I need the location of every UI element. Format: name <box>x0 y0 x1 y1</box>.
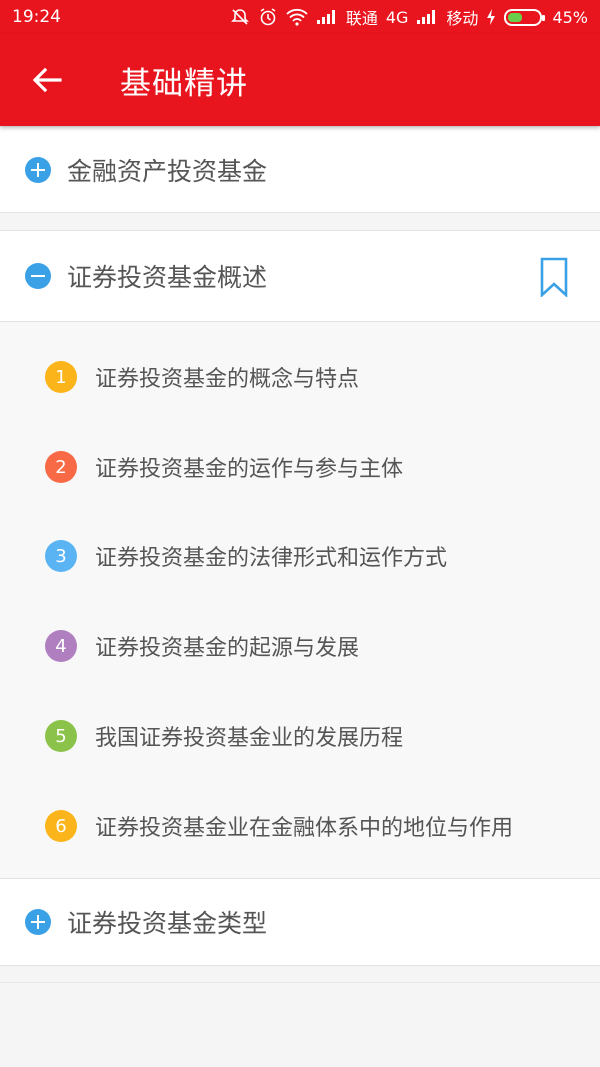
subsection-list: 1 证券投资基金的概念与特点 2 证券投资基金的运作与参与主体 3 证券投资基金… <box>0 322 600 878</box>
list-item[interactable]: 3 证券投资基金的法律形式和运作方式 <box>0 511 600 601</box>
list-item-label: 证券投资基金的起源与发展 <box>95 636 360 661</box>
collapse-minus-icon <box>25 263 51 289</box>
status-time: 19:24 <box>12 7 61 27</box>
wifi-icon <box>286 8 308 26</box>
section-fund-types[interactable]: 证券投资基金类型 <box>0 878 600 966</box>
list-item-label: 证券投资基金业在金融体系中的地位与作用 <box>95 816 514 841</box>
expand-plus-icon <box>25 156 51 183</box>
signal-icon <box>316 9 338 25</box>
back-button[interactable] <box>0 34 94 126</box>
list-item[interactable]: 4 证券投资基金的起源与发展 <box>0 601 600 691</box>
arrow-left-icon <box>32 67 62 93</box>
list-item[interactable]: 2 证券投资基金的运作与参与主体 <box>0 422 600 512</box>
section-label: 证券投资基金类型 <box>67 909 268 938</box>
status-bar: 19:24 联通 4G 移动 45% <box>0 0 600 34</box>
list-item[interactable]: 6 证券投资基金业在金融体系中的地位与作用 <box>0 781 600 871</box>
carrier-unicom: 联通 <box>345 9 378 28</box>
app-bar: 基础精讲 <box>0 34 600 126</box>
alarm-icon <box>258 7 278 27</box>
page-title: 基础精讲 <box>120 65 248 102</box>
status-icons: 联通 4G 移动 45% <box>230 5 588 29</box>
number-badge: 1 <box>45 361 77 393</box>
section-label: 金融资产投资基金 <box>67 156 268 186</box>
section-financial-asset-funds[interactable]: 金融资产投资基金 <box>0 127 600 213</box>
number-badge: 5 <box>45 720 77 752</box>
signal-icon <box>416 9 438 25</box>
mute-icon <box>230 7 250 27</box>
battery-icon <box>504 8 546 26</box>
expand-plus-icon <box>25 909 51 935</box>
charging-icon <box>486 8 496 26</box>
bookmark-icon[interactable] <box>540 257 568 301</box>
section-fund-overview[interactable]: 证券投资基金概述 <box>0 230 600 322</box>
network-type: 4G <box>385 7 409 27</box>
list-item-label: 我国证券投资基金业的发展历程 <box>95 726 404 751</box>
number-badge: 2 <box>45 451 77 483</box>
battery-percent: 45% <box>552 7 588 27</box>
list-item-label: 证券投资基金的概念与特点 <box>95 367 360 392</box>
number-badge: 3 <box>45 540 77 572</box>
divider <box>0 982 600 983</box>
carrier-mobile: 移动 <box>446 9 479 28</box>
list-item[interactable]: 5 我国证券投资基金业的发展历程 <box>0 691 600 781</box>
list-item-label: 证券投资基金的运作与参与主体 <box>95 457 404 482</box>
list-item-label: 证券投资基金的法律形式和运作方式 <box>95 546 448 571</box>
section-label: 证券投资基金概述 <box>67 263 268 292</box>
list-item[interactable]: 1 证券投资基金的概念与特点 <box>0 332 600 422</box>
number-badge: 6 <box>45 810 77 842</box>
number-badge: 4 <box>45 630 77 662</box>
